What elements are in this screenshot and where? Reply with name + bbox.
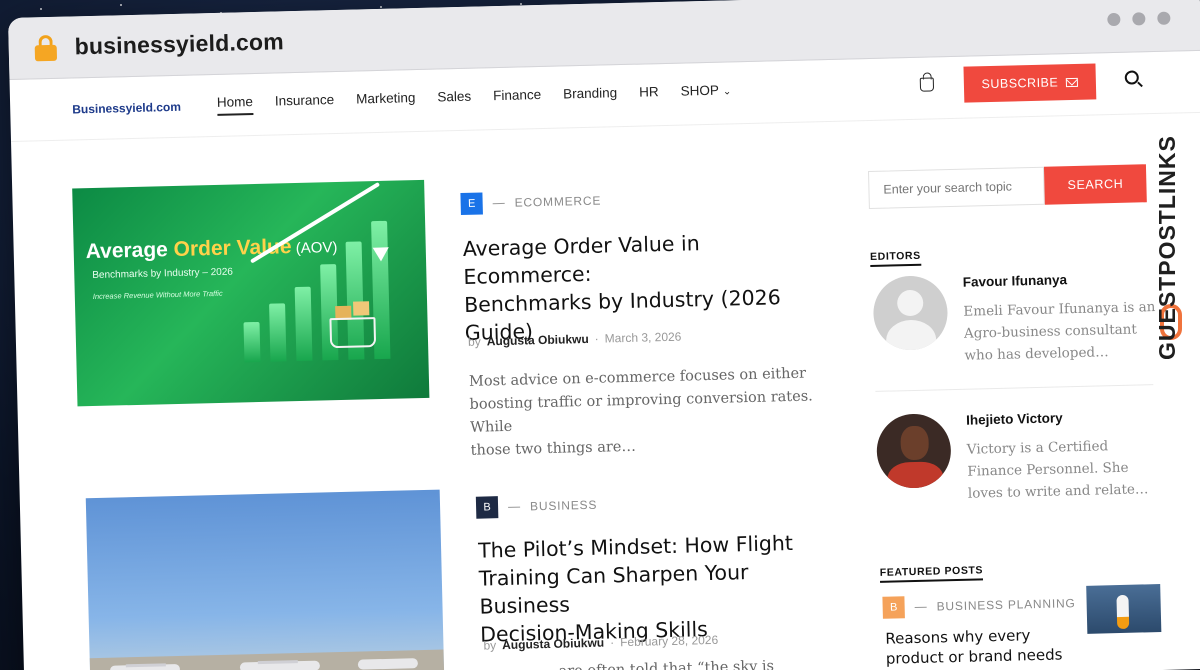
nav-item-finance[interactable]: Finance <box>493 87 542 109</box>
airplane-icon <box>357 658 419 670</box>
post-excerpt: …are often told that “the sky is <box>544 653 874 670</box>
search-icon[interactable] <box>1124 70 1139 85</box>
website-content: Businessyield.com Home Insurance Marketi… <box>9 50 1200 670</box>
meta-separator: · <box>594 331 599 346</box>
shopping-bag-icon[interactable] <box>919 77 935 92</box>
nav-item-hr[interactable]: HR <box>639 84 659 105</box>
excerpt-line: …are often told that “the sky is <box>543 658 775 670</box>
editor-name[interactable]: Favour Ifunanya <box>963 272 1068 290</box>
thumbnail-headline-suffix: (AOV) <box>291 239 338 258</box>
category-name[interactable]: BUSINESS PLANNING <box>936 596 1075 613</box>
nav-item-insurance[interactable]: Insurance <box>275 92 335 114</box>
window-dot-icon[interactable] <box>1132 12 1146 26</box>
post-thumbnail[interactable]: Average Order Value (AOV) Benchmarks by … <box>72 179 430 407</box>
divider-dash <box>492 202 505 204</box>
shopping-cart-icon <box>329 317 377 349</box>
post-excerpt: Most advice on e-commerce focuses on eit… <box>469 362 851 463</box>
browser-window: businessyield.com Businessyield.com Home… <box>8 0 1200 670</box>
editor-card: Favour Ifunanya Emeli Favour Ifunanya is… <box>872 270 1156 367</box>
post-category: B BUSINESS <box>475 494 598 519</box>
search-button[interactable]: SEARCH <box>1043 164 1147 205</box>
package-icon <box>353 301 370 316</box>
featured-post-category: B BUSINESS PLANNING <box>882 592 1076 619</box>
thumbnail-headline-part: Average <box>85 238 174 264</box>
flame-icon <box>1116 616 1130 630</box>
window-dot-icon[interactable] <box>1107 12 1121 27</box>
subscribe-label: SUBSCRIBE <box>981 75 1059 92</box>
chevron-down-icon: ⌄ <box>722 86 732 98</box>
watermark-text: GUESTPOSTLINKS <box>1154 135 1180 360</box>
graphic-bar <box>294 286 313 362</box>
lock-icon <box>34 34 58 61</box>
rocket-icon <box>1116 594 1130 620</box>
url-text[interactable]: businessyield.com <box>74 28 284 60</box>
post-thumbnail[interactable] <box>85 489 445 670</box>
mail-icon <box>1066 77 1079 87</box>
main-nav: Home Insurance Marketing Sales Finance B… <box>216 82 732 116</box>
subscribe-button[interactable]: SUBSCRIBE <box>963 63 1097 103</box>
logo-text: Businessyield.com <box>72 99 182 116</box>
sidebar-search: SEARCH <box>867 164 1147 210</box>
thumbnail-headline: Average Order Value (AOV) <box>85 234 337 264</box>
watermark: GUESTPOSTLINKS <box>1154 60 1194 360</box>
post-date: February 28, 2026 <box>619 632 719 650</box>
post-date: March 3, 2026 <box>604 329 682 346</box>
category-name[interactable]: BUSINESS <box>530 498 597 514</box>
graphic-bar <box>269 303 287 362</box>
avatar[interactable] <box>872 275 949 351</box>
category-badge[interactable]: B <box>475 496 499 519</box>
editor-name[interactable]: Ihejieto Victory <box>966 410 1063 427</box>
site-logo[interactable]: Businessyield.com <box>72 99 181 116</box>
thumbnail-tagline: Increase Revenue Without More Traffic <box>92 288 223 302</box>
post-title-line: Training Can Sharpen Your Business <box>478 560 749 619</box>
featured-post-title[interactable]: Reasons why every product or brand needs… <box>885 624 1076 670</box>
divider-dash <box>914 606 927 608</box>
search-input[interactable] <box>867 166 1045 210</box>
post-author[interactable]: Augusta Obiukwu <box>487 332 589 348</box>
post-category: E ECOMMERCE <box>460 190 601 215</box>
window-controls <box>1107 11 1171 27</box>
post-title-line: Average Order Value in Ecommerce: <box>462 231 700 289</box>
editor-bio: Victory is a Certified Finance Personnel… <box>966 438 1149 502</box>
featured-posts-heading: FEATURED POSTS <box>879 564 984 583</box>
post-title[interactable]: The Pilot’s Mindset: How Flight Training… <box>478 528 841 649</box>
divider <box>875 384 1154 392</box>
by-label: by <box>467 334 481 349</box>
nav-item-home[interactable]: Home <box>216 94 254 116</box>
graphic-bar <box>243 321 261 363</box>
meta-separator: · <box>609 635 615 650</box>
featured-post-thumbnail[interactable] <box>1086 584 1162 634</box>
editor-bio: Emeli Favour Ifunanya is an Agro-busines… <box>963 299 1156 364</box>
post-author[interactable]: Augusta Obiukwu <box>502 636 604 652</box>
by-label: by <box>483 638 497 653</box>
nav-item-sales[interactable]: Sales <box>437 89 471 111</box>
nav-item-shop-label: SHOP <box>680 82 720 99</box>
nav-item-marketing[interactable]: Marketing <box>356 90 416 112</box>
thumbnail-subtitle: Benchmarks by Industry – 2026 <box>92 266 234 282</box>
nav-item-branding[interactable]: Branding <box>563 85 618 107</box>
avatar[interactable] <box>875 413 952 489</box>
editors-heading: EDITORS <box>869 249 922 268</box>
post-title[interactable]: Average Order Value in Ecommerce: Benchm… <box>462 226 825 347</box>
window-dot-icon[interactable] <box>1157 11 1171 25</box>
category-badge[interactable]: E <box>460 192 483 215</box>
category-name[interactable]: ECOMMERCE <box>514 194 601 210</box>
nav-item-shop[interactable]: SHOP ⌄ <box>680 82 731 104</box>
category-badge[interactable]: B <box>882 596 905 619</box>
editor-card: Ihejieto Victory Victory is a Certified … <box>875 408 1158 505</box>
divider-dash <box>508 506 521 508</box>
